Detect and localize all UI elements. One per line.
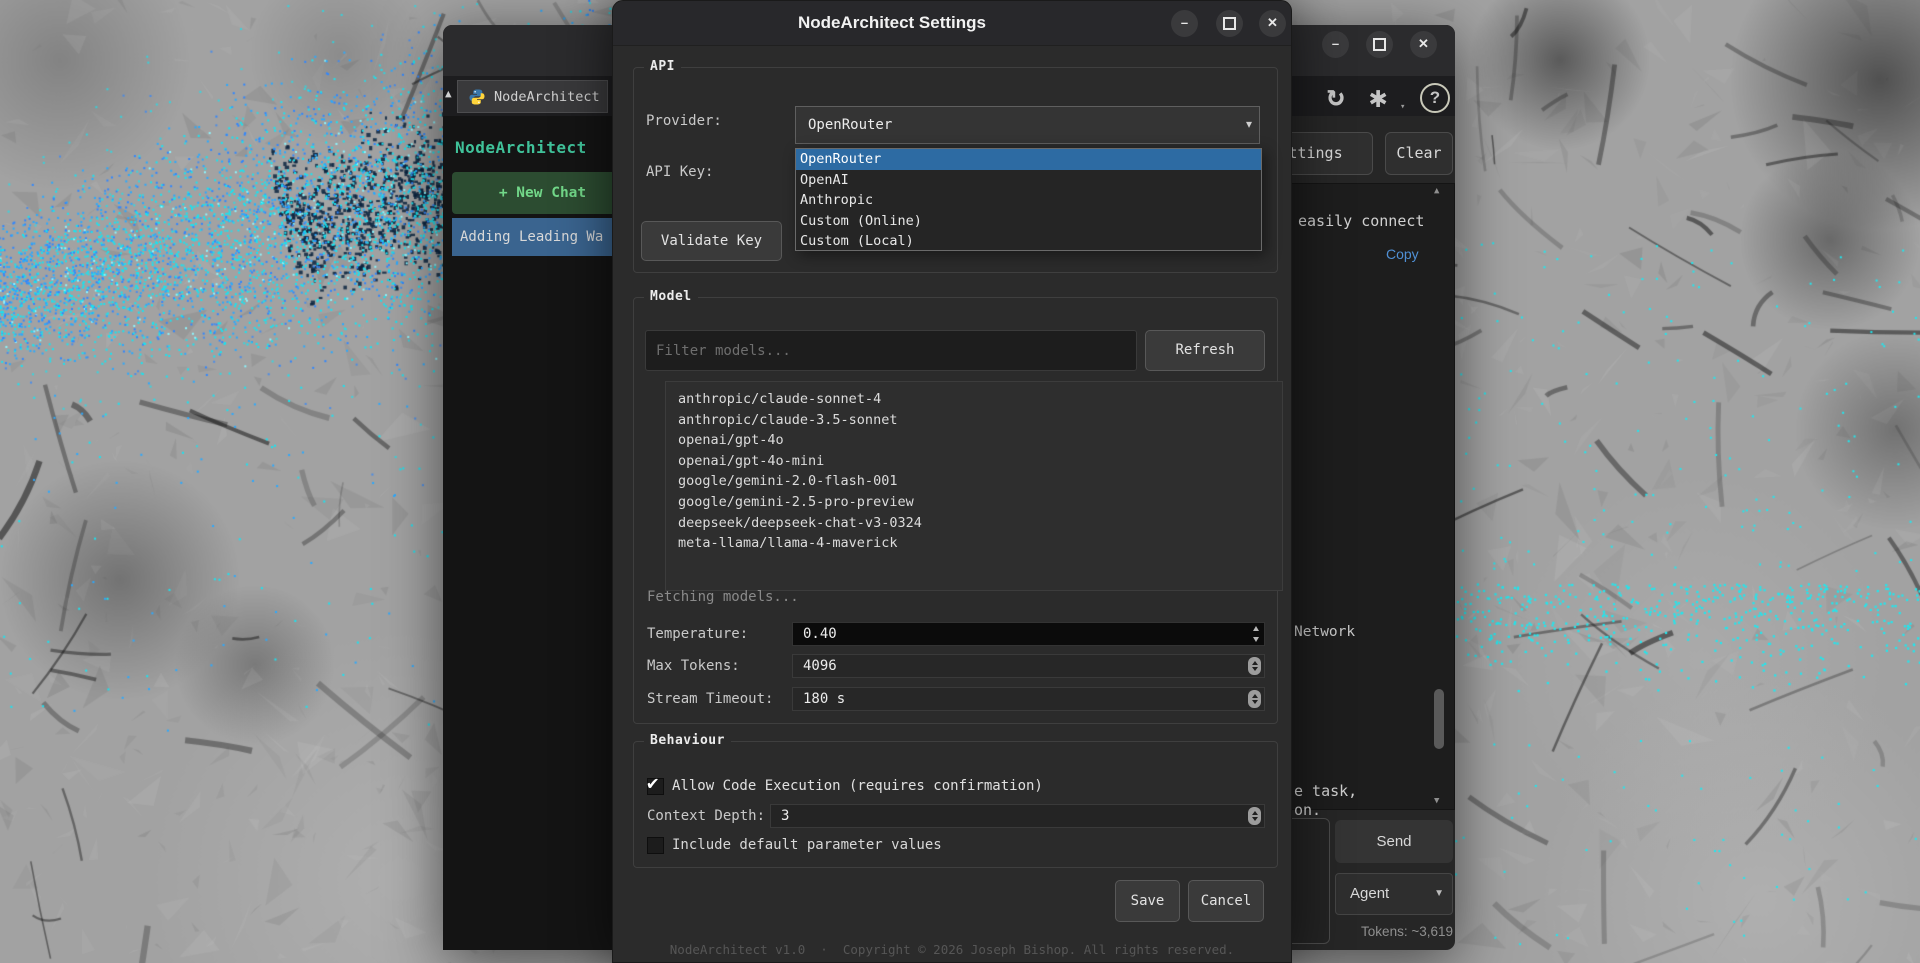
dialog-footer: NodeArchitect v1.0 · Copyright © 2026 Jo… (613, 942, 1291, 957)
max-tokens-input[interactable]: 4096 (792, 654, 1265, 678)
screen: – ✕ ▲ NodeArchitect ↻ ✱ ▾ ? NodeArchitec… (0, 0, 1920, 963)
validate-key-button[interactable]: Validate Key (641, 221, 782, 261)
chevron-down-icon: ▼ (1246, 120, 1252, 131)
check-icon: ✔ (647, 772, 658, 794)
filter-models-input[interactable] (645, 330, 1137, 371)
chat-history-item[interactable]: Adding Leading Wa (452, 218, 633, 256)
sidebar-app-title: NodeArchitect (455, 138, 587, 157)
temperature-input[interactable]: 0.40 (792, 622, 1265, 646)
provider-select[interactable]: OpenRouter ▼ (795, 106, 1260, 144)
minimize-button[interactable]: – (1171, 10, 1198, 37)
include-defaults-checkbox[interactable]: ✔ (647, 837, 664, 854)
send-button[interactable]: Send (1335, 820, 1453, 863)
maximize-icon (1223, 17, 1236, 30)
allow-code-label: Allow Code Execution (requires confirmat… (672, 778, 1043, 794)
model-list-item[interactable]: openai/gpt-4o (678, 430, 1282, 451)
tab-nodearchitect[interactable]: NodeArchitect (457, 80, 608, 113)
maximize-icon (1373, 38, 1386, 51)
temperature-label: Temperature: (647, 626, 748, 642)
agent-mode-value: Agent (1350, 885, 1389, 902)
model-list-item[interactable]: openai/gpt-4o-mini (678, 451, 1282, 472)
stream-timeout-value: 180 s (803, 688, 845, 710)
context-depth-label: Context Depth: (647, 808, 765, 824)
spinner-arrows[interactable] (1253, 623, 1259, 645)
sidebar: NodeArchitect + New Chat Adding Leading … (443, 116, 633, 950)
stream-timeout-input[interactable]: 180 s (792, 687, 1265, 711)
context-depth-value: 3 (781, 805, 789, 827)
copy-link[interactable]: Copy (1386, 246, 1419, 262)
spinner-control[interactable] (1248, 807, 1261, 825)
token-count: Tokens: ~3,619 (1335, 924, 1453, 939)
settings-dialog: NodeArchitect Settings – ✕ API Provider:… (612, 0, 1292, 963)
chat-scrollbar[interactable]: ▲ ▼ (1433, 186, 1445, 806)
provider-label: Provider: (646, 113, 722, 129)
cancel-button[interactable]: Cancel (1188, 880, 1264, 922)
model-section: Model Refresh anthropic/claude-sonnet-4a… (633, 297, 1278, 724)
chat-text-fragment: easily connect (1298, 212, 1424, 230)
allow-code-checkbox[interactable]: ✔ (647, 778, 664, 795)
chat-text-fragment: Network (1294, 624, 1355, 640)
model-list-item[interactable]: google/gemini-2.5-pro-preview (678, 492, 1282, 513)
max-tokens-label: Max Tokens: (647, 658, 740, 674)
model-list-item[interactable]: google/gemini-2.0-flash-001 (678, 471, 1282, 492)
minimize-button[interactable]: – (1322, 31, 1349, 58)
behaviour-section-legend: Behaviour (644, 733, 731, 748)
include-defaults-label: Include default parameter values (672, 837, 942, 853)
scrollbar-thumb[interactable] (1434, 689, 1444, 749)
context-depth-input[interactable]: 3 (770, 804, 1265, 828)
scroll-up-icon[interactable]: ▲ (1434, 186, 1439, 196)
chat-text-fragment: on. (1294, 801, 1321, 819)
refresh-button[interactable]: Refresh (1145, 330, 1265, 371)
dialog-title: NodeArchitect Settings (613, 1, 1171, 45)
model-list[interactable]: anthropic/claude-sonnet-4anthropic/claud… (665, 381, 1283, 591)
scroll-down-icon[interactable]: ▼ (1434, 796, 1439, 806)
model-list-item[interactable]: anthropic/claude-sonnet-4 (678, 389, 1282, 410)
chat-text-fragment: e task, (1294, 782, 1357, 800)
spinner-control[interactable] (1248, 690, 1261, 708)
tab-label: NodeArchitect (494, 89, 600, 105)
fetching-status: Fetching models... (647, 589, 799, 605)
close-button[interactable]: ✕ (1259, 10, 1286, 37)
spinner-control[interactable] (1248, 657, 1261, 675)
stream-timeout-label: Stream Timeout: (647, 691, 773, 707)
provider-options-popup: OpenRouterOpenAIAnthropicCustom (Online)… (795, 148, 1262, 251)
model-list-item[interactable]: deepseek/deepseek-chat-v3-0324 (678, 513, 1282, 534)
temperature-value: 0.40 (803, 623, 837, 645)
sync-icon[interactable]: ↻ (1327, 78, 1344, 112)
behaviour-section: Behaviour ✔ Allow Code Execution (requir… (633, 741, 1278, 868)
tab-scroll-marker-icon[interactable]: ▲ (445, 87, 452, 100)
maximize-button[interactable] (1366, 31, 1393, 58)
clear-button[interactable]: Clear (1385, 132, 1453, 175)
model-list-item[interactable]: meta-llama/llama-4-maverick (678, 533, 1282, 554)
agent-mode-select[interactable]: Agent ▼ (1335, 873, 1453, 915)
max-tokens-value: 4096 (803, 655, 837, 677)
save-button[interactable]: Save (1115, 880, 1180, 922)
python-logo-icon (468, 88, 486, 106)
api-section-legend: API (644, 59, 681, 74)
maximize-button[interactable] (1216, 10, 1243, 37)
model-section-legend: Model (644, 289, 698, 304)
help-icon[interactable]: ? (1420, 83, 1450, 113)
provider-option[interactable]: OpenAI (796, 170, 1261, 191)
close-button[interactable]: ✕ (1410, 31, 1437, 58)
provider-value: OpenRouter (808, 107, 892, 143)
gear-dropdown-caret-icon[interactable]: ▾ (1400, 102, 1405, 112)
provider-option[interactable]: Custom (Online) (796, 211, 1261, 232)
provider-option[interactable]: Custom (Local) (796, 231, 1261, 252)
new-chat-button[interactable]: + New Chat (452, 172, 633, 214)
api-key-label: API Key: (646, 164, 713, 180)
gear-icon[interactable]: ✱ (1369, 80, 1387, 115)
provider-option[interactable]: OpenRouter (796, 149, 1261, 170)
provider-option[interactable]: Anthropic (796, 190, 1261, 211)
model-list-item[interactable]: anthropic/claude-3.5-sonnet (678, 410, 1282, 431)
chevron-down-icon: ▼ (1434, 874, 1444, 914)
